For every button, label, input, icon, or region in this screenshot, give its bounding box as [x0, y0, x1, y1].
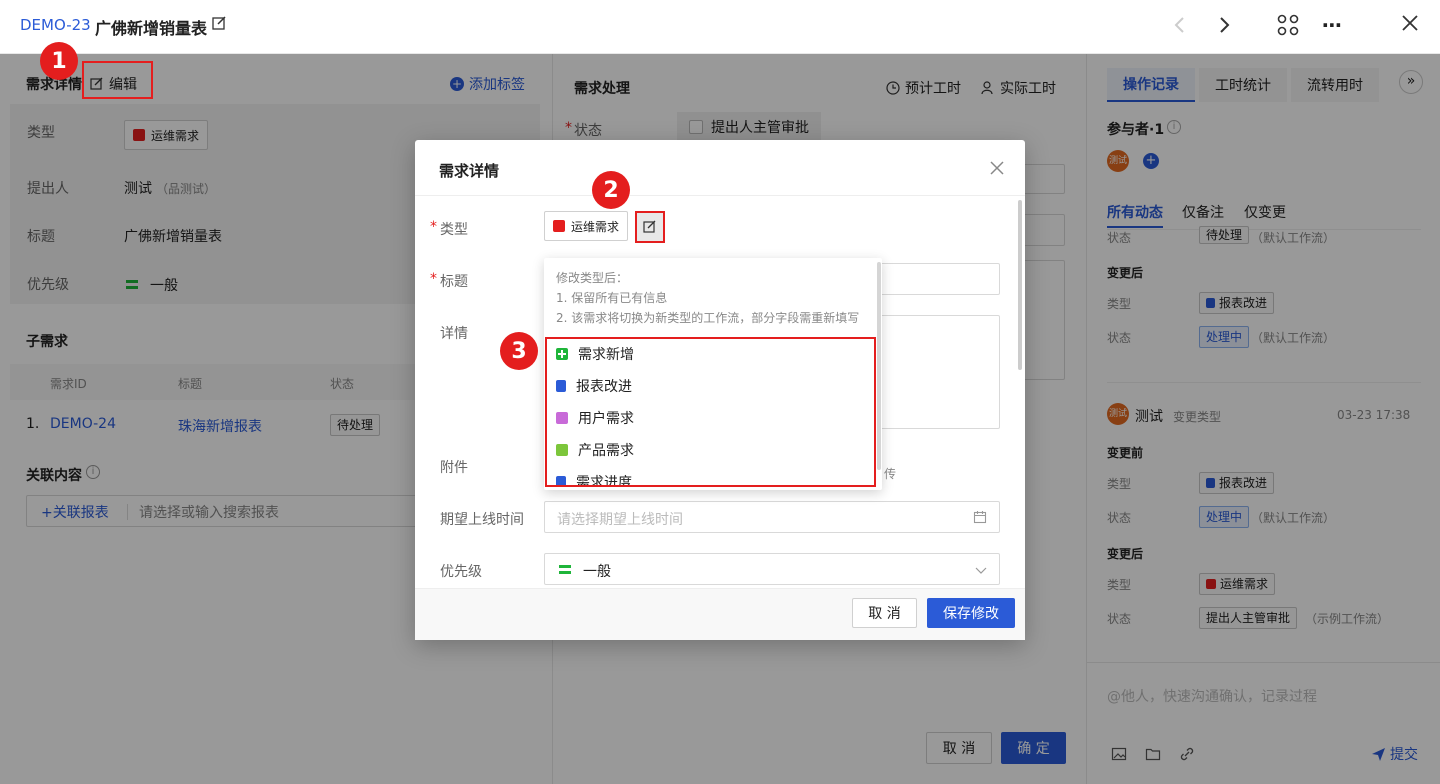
- next-arrow-icon[interactable]: [1216, 15, 1232, 39]
- modal-title: 需求详情: [439, 162, 500, 180]
- modal-priority-label: 优先级: [440, 564, 482, 580]
- dropdown-hint-1: 1. 保留所有已有信息: [556, 291, 668, 305]
- priority-select[interactable]: 一般: [544, 553, 1000, 585]
- issue-id[interactable]: DEMO-23: [20, 16, 91, 34]
- ops-type-icon: [553, 220, 565, 232]
- dropdown-hint-2: 2. 该需求将切换为新类型的工作流，部分字段需重新填写: [556, 311, 860, 325]
- highlight-box-options: [545, 337, 876, 487]
- top-bar: DEMO-23 广佛新增销量表 ⋯: [0, 0, 1440, 54]
- title-input[interactable]: [875, 263, 1000, 295]
- calendar-icon: [973, 510, 987, 528]
- title-edit-icon[interactable]: [211, 15, 227, 35]
- relation-graph-icon[interactable]: [1276, 13, 1300, 41]
- modal-type-tag: 运维需求: [544, 211, 629, 241]
- modal-cancel-button[interactable]: 取 消: [852, 598, 917, 628]
- date-label: 期望上线时间: [440, 512, 524, 528]
- save-changes-button[interactable]: 保存修改: [927, 598, 1015, 628]
- modal-scrollbar[interactable]: [1018, 200, 1022, 370]
- chevron-down-icon: [975, 564, 987, 580]
- detail-textarea[interactable]: [875, 315, 1000, 429]
- modal-detail-label: 详情: [440, 326, 468, 342]
- modal-title-label: 标题: [440, 274, 468, 290]
- change-type-button[interactable]: [635, 211, 665, 243]
- modal-type-label: 类型: [440, 222, 468, 238]
- close-icon[interactable]: [989, 160, 1005, 180]
- annotation-badge-2: 2: [592, 171, 630, 209]
- highlight-box-edit: [82, 61, 153, 99]
- upload-link-tail[interactable]: 传: [884, 465, 896, 482]
- more-icon[interactable]: ⋯: [1322, 13, 1342, 37]
- prev-arrow-icon[interactable]: [1172, 15, 1188, 39]
- dropdown-hint-title: 修改类型后：: [556, 271, 629, 285]
- page-title: 广佛新增销量表: [95, 19, 208, 38]
- dropdown-scrollbar[interactable]: [877, 262, 881, 470]
- annotation-badge-3: 3: [500, 332, 538, 370]
- annotation-badge-1: 1: [40, 42, 78, 80]
- edit-icon: [643, 220, 656, 233]
- close-page-icon[interactable]: [1400, 13, 1420, 37]
- priority-normal-icon: [559, 565, 571, 574]
- date-input[interactable]: 请选择期望上线时间: [544, 501, 1000, 533]
- attachment-label: 附件: [440, 460, 468, 476]
